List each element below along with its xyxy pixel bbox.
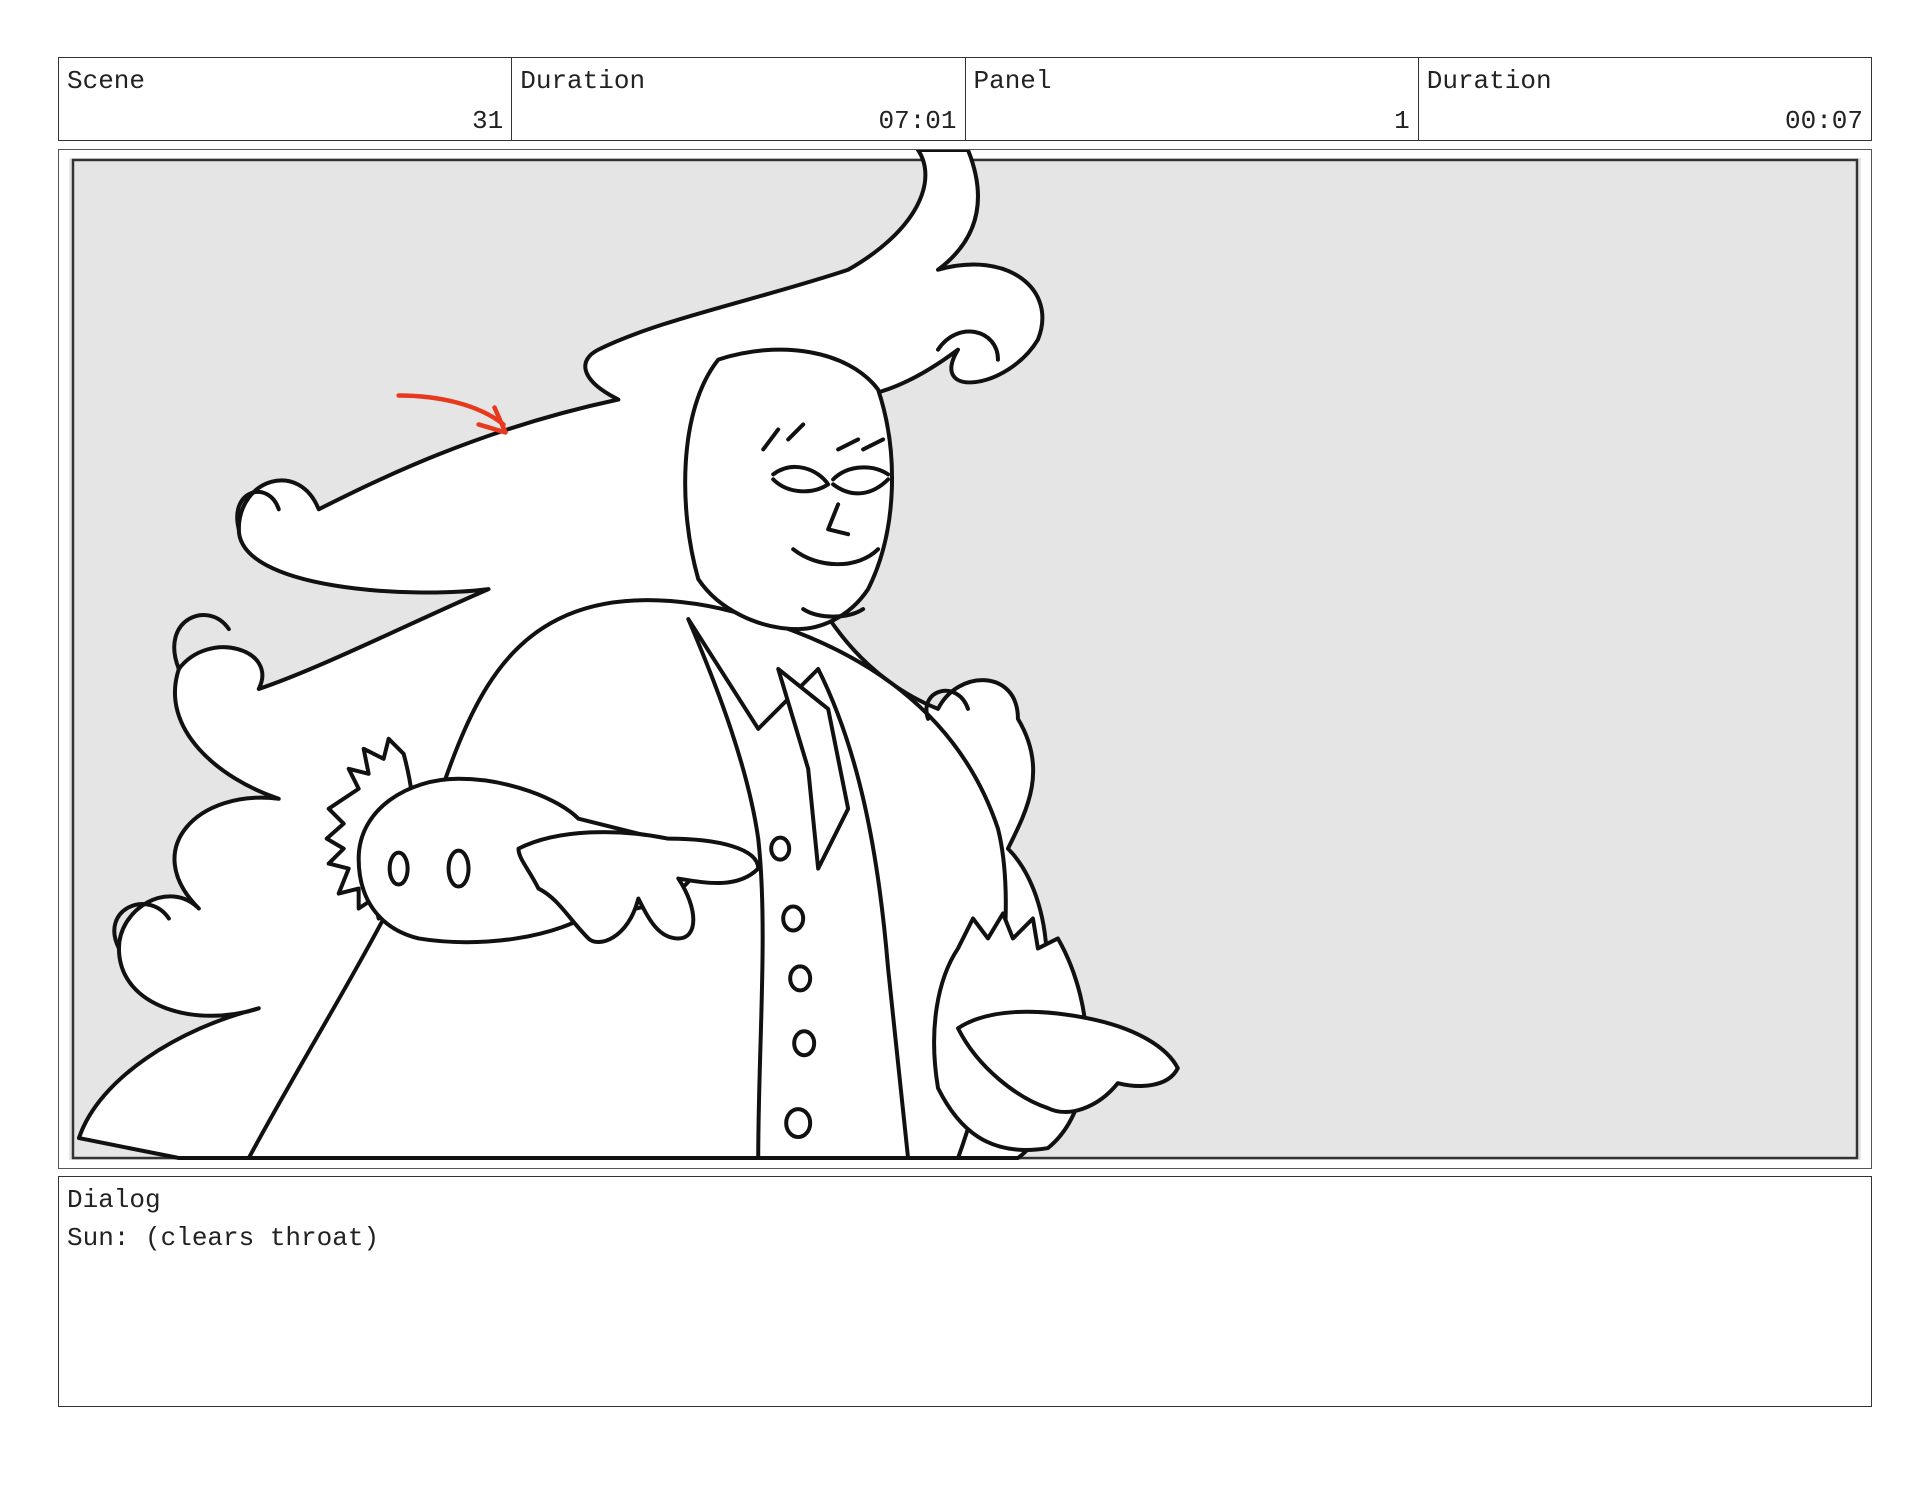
scene-duration-cell: Duration 07:01: [512, 58, 966, 140]
panel-duration-cell: Duration 00:07: [1419, 58, 1871, 140]
coat-button-2: [781, 904, 806, 933]
sun-creature-eye-right: [446, 848, 471, 889]
coat-button-3: [788, 964, 813, 993]
scene-label: Scene: [67, 66, 146, 96]
dialog-text: Sun: (clears throat): [67, 1223, 380, 1253]
coat-button-4: [792, 1029, 817, 1058]
panel-number: 1: [1394, 106, 1410, 136]
panel-duration-label: Duration: [1426, 66, 1552, 96]
coat-button-5: [784, 1107, 813, 1140]
coat-button-1: [769, 835, 792, 862]
scene-cell: Scene 31: [59, 58, 513, 140]
storyboard-header: Scene 31 Duration 07:01 Panel 1 Duration…: [58, 57, 1872, 141]
panel-duration-value: 00:07: [1784, 106, 1863, 136]
scene-number: 31: [472, 106, 504, 136]
panel-drawing: [68, 150, 1862, 1161]
panel-label: Panel: [973, 66, 1052, 96]
panel-cell: Panel 1: [966, 58, 1419, 140]
dialog-box: Dialog Sun: (clears throat): [58, 1176, 1872, 1407]
scene-duration-label: Duration: [520, 66, 646, 96]
sun-creature-eye-left: [387, 850, 410, 887]
dialog-label: Dialog: [67, 1185, 161, 1215]
storyboard-panel: [58, 149, 1872, 1169]
scene-duration-value: 07:01: [878, 106, 957, 136]
